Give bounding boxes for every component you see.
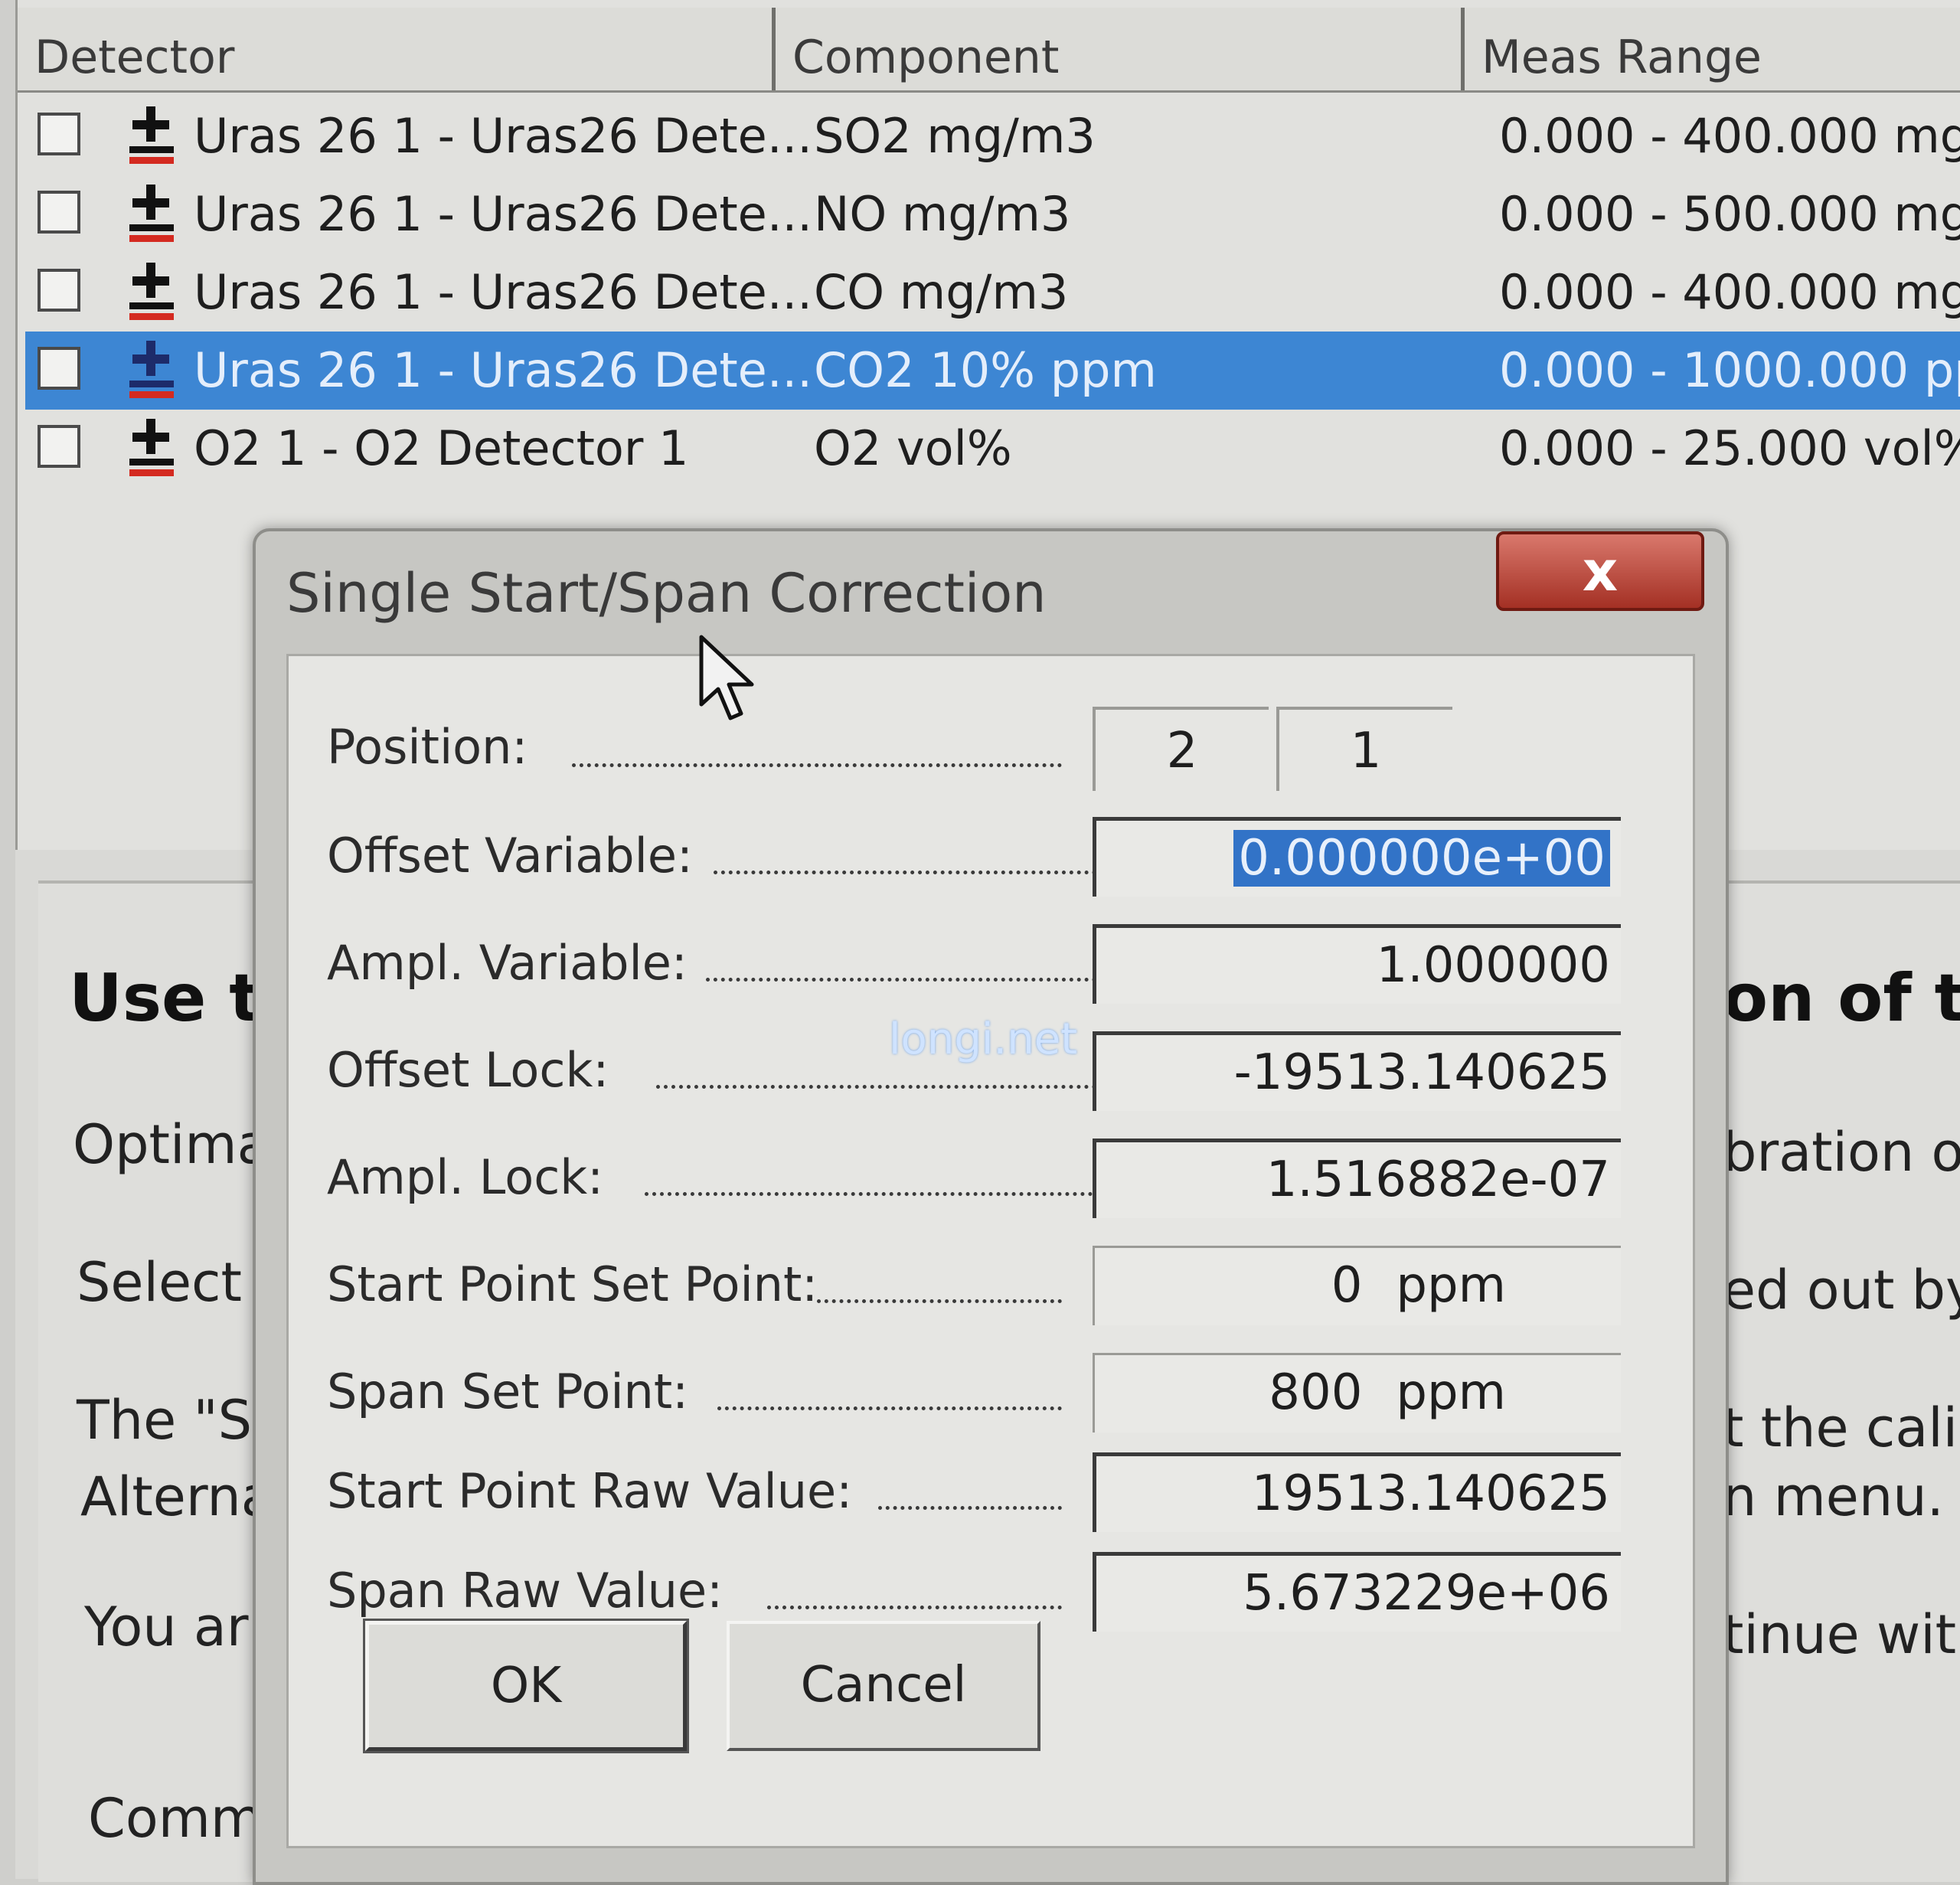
panel-text-line: bration of bbox=[1723, 1121, 1960, 1184]
panel-text-line: You ar bbox=[84, 1596, 249, 1658]
field-value: 1.516882e-07 bbox=[1266, 1152, 1610, 1208]
detector-row[interactable]: Uras 26 1 - Uras26 Dete... CO2 10% ppm 0.0… bbox=[25, 332, 1960, 410]
column-header-meas-range[interactable]: Meas Range bbox=[1465, 8, 1960, 90]
leader-dots bbox=[656, 1085, 1096, 1089]
detector-row[interactable]: Uras 26 1 - Uras26 Dete... NO mg/m3 0.000 … bbox=[25, 175, 1960, 253]
panel-text-line: Comm bbox=[88, 1787, 263, 1850]
measurement-range: 0.000 - 500.000 mg/m bbox=[1499, 186, 1960, 242]
dialog-body: Position: 2 1 Offset Variable: 0.000000e+… bbox=[286, 654, 1695, 1848]
measurement-range: 0.000 - 25.000 vol% bbox=[1499, 420, 1960, 476]
field-unit: ppm bbox=[1396, 1364, 1506, 1421]
leader-dots bbox=[717, 1406, 1062, 1410]
leader-dots bbox=[714, 871, 1096, 874]
field-label: Offset Lock: bbox=[327, 1042, 609, 1098]
field-label: Offset Variable: bbox=[327, 828, 693, 884]
field-value: 1.000000 bbox=[1376, 937, 1610, 994]
detector-name: O2 1 - O2 Detector 1 bbox=[194, 420, 689, 476]
component-name: SO2 mg/m3 bbox=[814, 108, 1096, 164]
dialog-title: Single Start/Span Correction bbox=[286, 562, 1047, 625]
row-checkbox[interactable] bbox=[38, 347, 80, 390]
row-checkbox[interactable] bbox=[38, 425, 80, 468]
close-button[interactable]: x bbox=[1496, 531, 1704, 611]
field-value-box[interactable]: 0.000000e+00 bbox=[1093, 817, 1621, 897]
mouse-cursor-icon bbox=[699, 635, 754, 720]
panel-text-line: ed out by bbox=[1723, 1259, 1960, 1321]
field-unit: ppm bbox=[1396, 1257, 1506, 1314]
field-label: Span Set Point: bbox=[327, 1364, 689, 1419]
leader-dots bbox=[878, 1506, 1062, 1510]
leader-dots bbox=[817, 1299, 1062, 1303]
field-value-box[interactable]: 1.000000 bbox=[1093, 924, 1621, 1004]
list-header: Detector Component Meas Range bbox=[18, 8, 1960, 93]
detector-name: Uras 26 1 - Uras26 Dete... bbox=[194, 186, 812, 242]
detector-icon bbox=[129, 185, 174, 242]
field-value: -19513.140625 bbox=[1233, 1044, 1610, 1101]
row-checkbox[interactable] bbox=[38, 113, 80, 155]
position-field-1[interactable]: 2 bbox=[1093, 707, 1269, 791]
field-label: Start Point Raw Value: bbox=[327, 1463, 853, 1519]
detector-name: Uras 26 1 - Uras26 Dete... bbox=[194, 342, 812, 398]
field-value-box[interactable]: 0 ppm bbox=[1093, 1246, 1621, 1325]
field-value-box[interactable]: -19513.140625 bbox=[1093, 1031, 1621, 1111]
watermark: longi.net bbox=[889, 1014, 1078, 1064]
measurement-range: 0.000 - 400.000 mg/m bbox=[1499, 264, 1960, 320]
detector-icon bbox=[129, 341, 174, 398]
field-value: 5.673229e+06 bbox=[1243, 1565, 1610, 1622]
field-value-box[interactable]: 5.673229e+06 bbox=[1093, 1552, 1621, 1632]
field-label: Ampl. Variable: bbox=[327, 935, 688, 991]
cancel-button[interactable]: Cancel bbox=[727, 1621, 1040, 1751]
field-label: Ampl. Lock: bbox=[327, 1149, 604, 1205]
measurement-range: 0.000 - 400.000 mg/m bbox=[1499, 108, 1960, 164]
detector-row[interactable]: Uras 26 1 - Uras26 Dete... SO2 mg/m3 0.000… bbox=[25, 97, 1960, 175]
panel-text-line: Select bbox=[77, 1251, 242, 1314]
leader-dots bbox=[706, 978, 1096, 982]
field-value-box[interactable]: 800 ppm bbox=[1093, 1353, 1621, 1433]
component-name: CO2 10% ppm bbox=[814, 342, 1157, 398]
field-value: 0.000000e+00 bbox=[1233, 830, 1610, 887]
detector-row[interactable]: O2 1 - O2 Detector 1 O2 vol% 0.000 - 25.00… bbox=[25, 410, 1960, 488]
detector-icon bbox=[129, 419, 174, 476]
field-value: 19513.140625 bbox=[1251, 1465, 1610, 1522]
component-name: CO mg/m3 bbox=[814, 264, 1069, 320]
column-header-component[interactable]: Component bbox=[776, 8, 1465, 90]
field-label: Span Raw Value: bbox=[327, 1563, 723, 1619]
field-value: 0 bbox=[1331, 1257, 1363, 1314]
panel-text-line: The "S bbox=[77, 1389, 253, 1452]
start-span-correction-dialog: Single Start/Span Correction x Position:… bbox=[253, 528, 1729, 1885]
field-value: 800 bbox=[1269, 1364, 1363, 1421]
row-checkbox[interactable] bbox=[38, 191, 80, 234]
detector-icon bbox=[129, 106, 174, 164]
close-icon: x bbox=[1582, 539, 1619, 603]
detector-icon bbox=[129, 263, 174, 320]
leader-dots bbox=[572, 763, 1062, 767]
component-name: O2 vol% bbox=[814, 420, 1012, 476]
component-name: NO mg/m3 bbox=[814, 186, 1071, 242]
column-header-detector[interactable]: Detector bbox=[18, 8, 776, 90]
row-checkbox[interactable] bbox=[38, 269, 80, 312]
detector-name: Uras 26 1 - Uras26 Dete... bbox=[194, 264, 812, 320]
panel-text-line: n menu. bbox=[1723, 1465, 1944, 1528]
panel-text-line: t the calib bbox=[1723, 1397, 1960, 1459]
panel-heading-right: on of th bbox=[1723, 960, 1960, 1037]
detector-name: Uras 26 1 - Uras26 Dete... bbox=[194, 108, 812, 164]
panel-text-line: tinue with bbox=[1723, 1603, 1960, 1666]
position-label: Position: bbox=[327, 719, 528, 775]
panel-text-line: Optima bbox=[73, 1113, 270, 1176]
leader-dots bbox=[767, 1606, 1062, 1609]
leader-dots bbox=[645, 1192, 1100, 1196]
panel-text-line: Alterna bbox=[80, 1465, 274, 1528]
ok-button[interactable]: OK bbox=[363, 1619, 689, 1753]
position-field-2[interactable]: 1 bbox=[1276, 707, 1452, 791]
field-value-box[interactable]: 1.516882e-07 bbox=[1093, 1139, 1621, 1218]
measurement-range: 0.000 - 1000.000 ppm bbox=[1499, 342, 1960, 398]
field-value-box[interactable]: 19513.140625 bbox=[1093, 1452, 1621, 1532]
field-label: Start Point Set Point: bbox=[327, 1256, 818, 1312]
detector-row[interactable]: Uras 26 1 - Uras26 Dete... CO mg/m3 0.000 … bbox=[25, 253, 1960, 332]
panel-heading-left: Use t bbox=[69, 960, 261, 1037]
